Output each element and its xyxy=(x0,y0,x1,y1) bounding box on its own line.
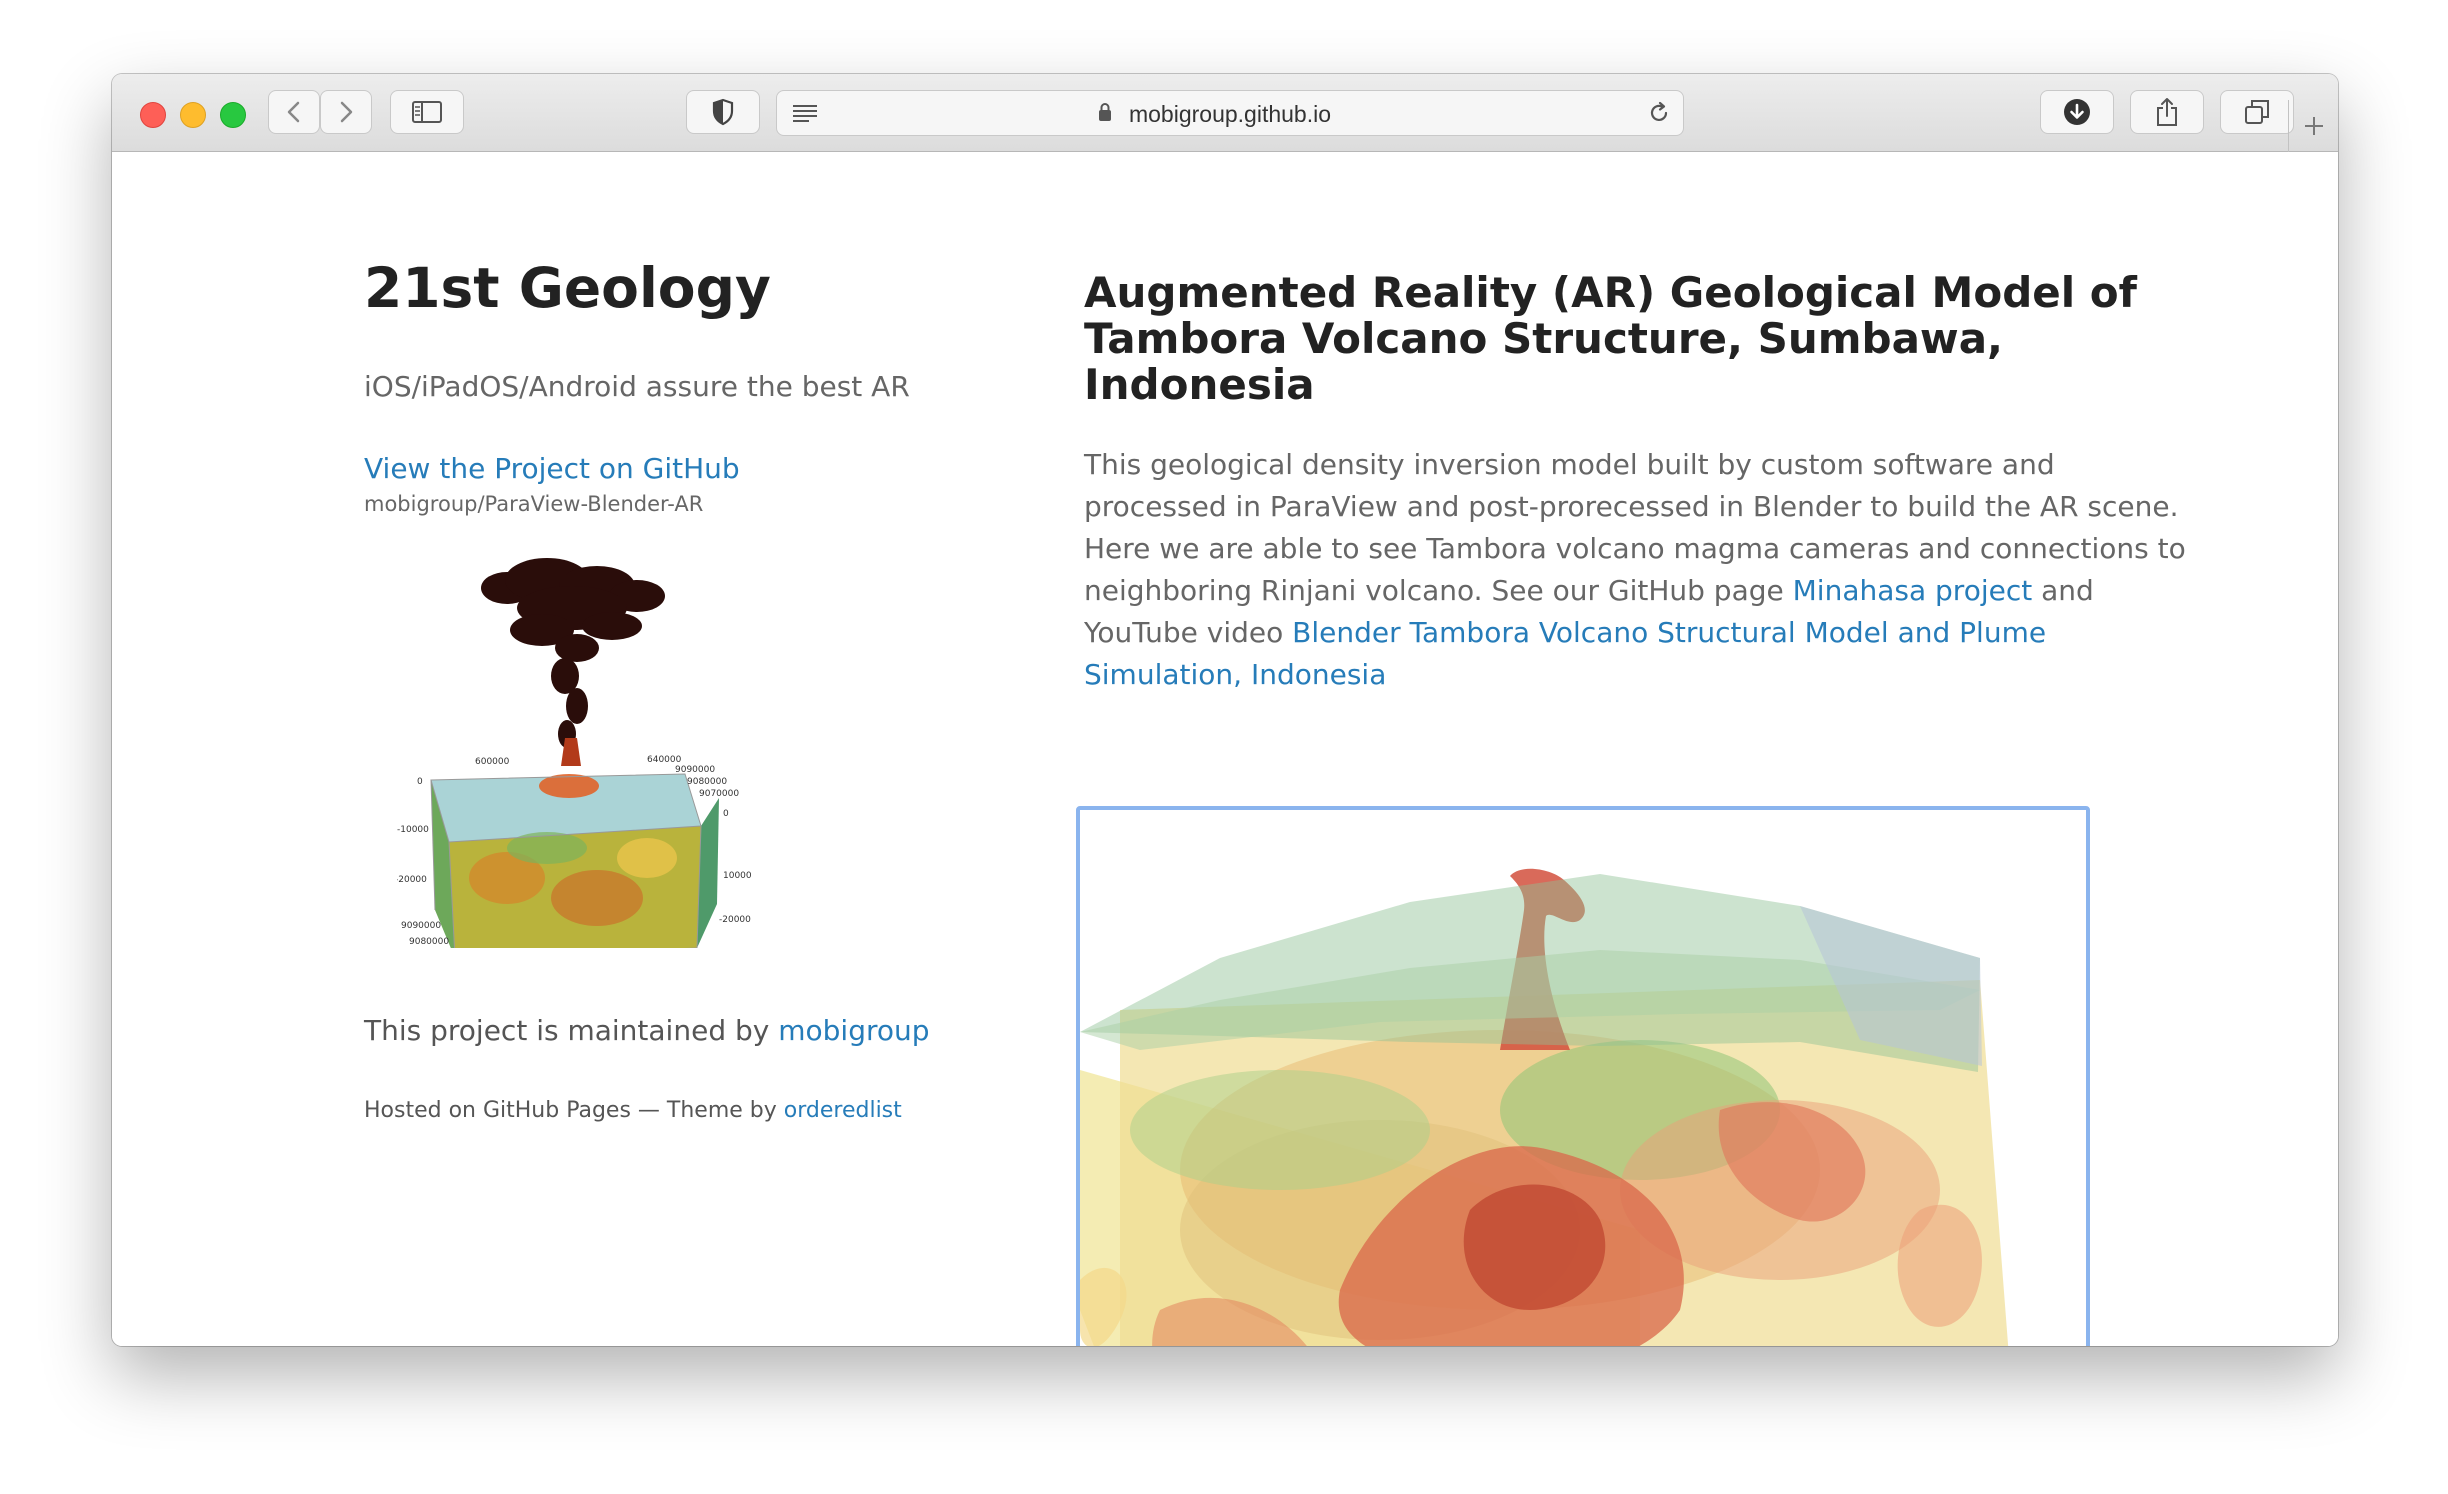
site-tagline: iOS/iPadOS/Android assure the best AR xyxy=(364,370,910,403)
hosted-on-text: Hosted on GitHub Pages — Theme by ordere… xyxy=(364,1098,902,1123)
minahasa-project-link[interactable]: Minahasa project xyxy=(1793,574,2033,607)
axis-label-2: 9090000 xyxy=(675,765,715,775)
close-window-button[interactable] xyxy=(140,102,166,128)
zoom-window-button[interactable] xyxy=(220,102,246,128)
shield-icon xyxy=(712,98,734,126)
share-button[interactable] xyxy=(2130,90,2204,134)
sidebar-icon xyxy=(412,101,442,123)
privacy-report-button[interactable] xyxy=(686,90,760,134)
address-bar[interactable]: mobigroup.github.io xyxy=(776,90,1684,136)
new-tab-button[interactable] xyxy=(2288,100,2338,152)
axis-label-4: 9070000 xyxy=(699,789,739,799)
axis-label-15: 0 xyxy=(723,809,729,819)
axis-label-14: -20000 xyxy=(719,915,751,925)
volcano-model-thumbnail: 600000 640000 9090000 9080000 9070000 0 … xyxy=(397,558,752,948)
axis-label-1: 640000 xyxy=(647,755,682,765)
maintainer-link[interactable]: mobigroup xyxy=(778,1014,929,1047)
axis-label-0: 600000 xyxy=(475,757,510,767)
browser-toolbar: mobigroup.github.io xyxy=(112,74,2338,152)
sidebar-toggle-button[interactable] xyxy=(390,90,464,134)
lock-icon xyxy=(1099,103,1111,121)
minimize-window-button[interactable] xyxy=(180,102,206,128)
maintained-prefix: This project is maintained by xyxy=(364,1014,770,1047)
site-title[interactable]: 21st Geology xyxy=(364,256,771,320)
plus-icon xyxy=(2305,117,2323,135)
ar-model-figure[interactable] xyxy=(1076,806,2090,1346)
download-icon xyxy=(2064,99,2090,125)
axis-label-9: 9080000 xyxy=(409,937,449,947)
axis-label-3: 9080000 xyxy=(687,777,727,787)
article-description: This geological density inversion model … xyxy=(1084,444,2194,696)
forward-button[interactable] xyxy=(320,90,372,134)
axis-label-6: -10000 xyxy=(397,825,429,835)
axis-label-13: 10000 xyxy=(723,871,752,881)
back-button[interactable] xyxy=(268,90,320,134)
article-heading: Augmented Reality (AR) Geological Model … xyxy=(1084,268,2137,409)
share-icon xyxy=(2157,98,2177,126)
back-icon xyxy=(287,101,300,123)
project-repo-text: mobigroup/ParaView-Blender-AR xyxy=(364,492,704,516)
tab-overview-button[interactable] xyxy=(2220,90,2294,134)
downloads-button[interactable] xyxy=(2040,90,2114,134)
url-text: mobigroup.github.io xyxy=(1128,101,1332,127)
theme-author-link[interactable]: orderedlist xyxy=(784,1098,902,1123)
page-content: 21st Geology iOS/iPadOS/Android assure t… xyxy=(112,152,2338,1346)
axis-label-7: -20000 xyxy=(397,875,427,885)
view-project-link[interactable]: View the Project on GitHub xyxy=(364,452,740,485)
axis-label-8: 9090000 xyxy=(401,921,441,931)
maintained-by-text: This project is maintained by mobigroup xyxy=(364,1014,930,1047)
forward-icon xyxy=(340,101,353,123)
hosted-prefix: Hosted on GitHub Pages — Theme by xyxy=(364,1098,777,1123)
tambora-model-render xyxy=(1080,868,2009,1346)
tabs-icon xyxy=(2245,100,2269,124)
reload-icon[interactable] xyxy=(1647,101,1671,125)
axis-label-5: 0 xyxy=(417,777,423,787)
browser-window: mobigroup.github.io 21st Geology iOS/iPa… xyxy=(112,74,2338,1346)
